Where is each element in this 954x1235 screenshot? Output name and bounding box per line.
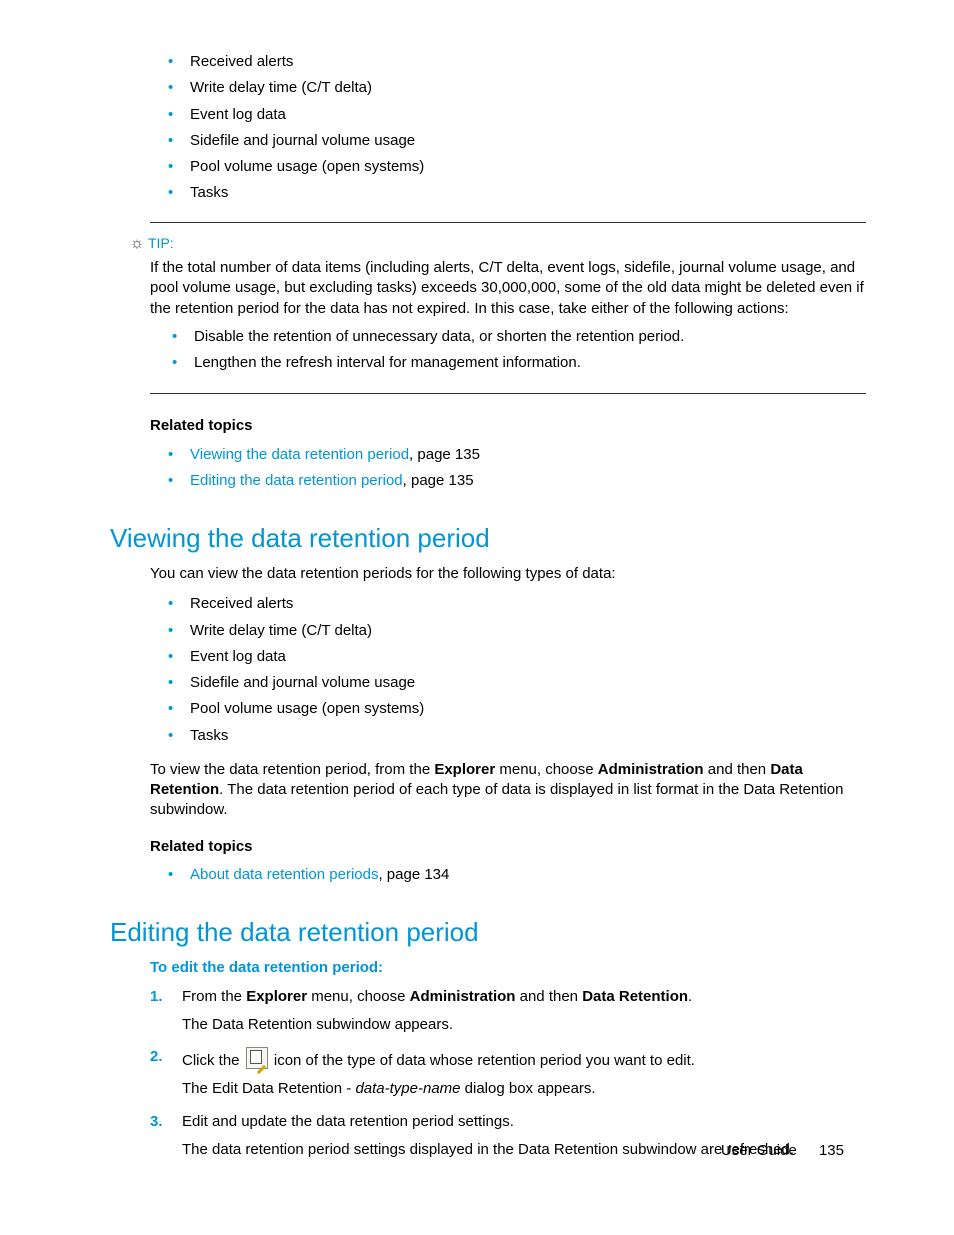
related-topics-list-2: About data retention periods, page 134: [110, 865, 866, 885]
list-item: Received alerts: [168, 52, 866, 72]
list-item: Tasks: [168, 726, 866, 746]
section-title-editing: Editing the data retention period: [110, 915, 866, 950]
list-item: Tasks: [168, 183, 866, 203]
list-item: Write delay time (C/T delta): [168, 621, 866, 641]
list-item: Viewing the data retention period, page …: [168, 445, 866, 465]
link-about-retention[interactable]: About data retention periods: [190, 866, 378, 883]
list-item: Disable the retention of unnecessary dat…: [172, 327, 866, 347]
edit-icon: [246, 1047, 268, 1069]
step-result: The Data Retention subwindow appears.: [182, 1015, 866, 1035]
list-item: About data retention periods, page 134: [168, 865, 866, 885]
view-instruction: To view the data retention period, from …: [150, 760, 866, 821]
list-item: Write delay time (C/T delta): [168, 78, 866, 98]
step-result: The Edit Data Retention - data-type-name…: [182, 1079, 866, 1099]
footer-label: User Guide: [721, 1142, 797, 1159]
tip-actions-list: Disable the retention of unnecessary dat…: [150, 327, 866, 374]
section-title-viewing: Viewing the data retention period: [110, 521, 866, 556]
page-ref: , page 135: [409, 446, 480, 463]
procedure-lead: To edit the data retention period:: [150, 958, 866, 978]
list-item: Pool volume usage (open systems): [168, 157, 866, 177]
page-footer: User Guide 135: [721, 1141, 844, 1161]
list-item: Event log data: [168, 105, 866, 125]
list-item: Pool volume usage (open systems): [168, 699, 866, 719]
tip-callout: ☼ TIP: If the total number of data items…: [150, 222, 866, 395]
list-item: Received alerts: [168, 594, 866, 614]
list-item: Event log data: [168, 647, 866, 667]
link-viewing-retention[interactable]: Viewing the data retention period: [190, 446, 409, 463]
list-item: Sidefile and journal volume usage: [168, 131, 866, 151]
lightbulb-icon: ☼: [128, 233, 146, 255]
related-topics-heading-2: Related topics: [150, 837, 866, 857]
related-topics-list-1: Viewing the data retention period, page …: [110, 445, 866, 492]
tip-label: TIP:: [148, 234, 174, 253]
tip-text: If the total number of data items (inclu…: [150, 258, 866, 319]
data-types-list-2: Received alerts Write delay time (C/T de…: [110, 594, 866, 746]
list-item: Lengthen the refresh interval for manage…: [172, 353, 866, 373]
related-topics-heading: Related topics: [150, 416, 866, 436]
procedure-steps: From the Explorer menu, choose Administr…: [110, 987, 866, 1161]
list-item: Editing the data retention period, page …: [168, 471, 866, 491]
step-1: From the Explorer menu, choose Administr…: [150, 987, 866, 1036]
page-number: 135: [819, 1142, 844, 1159]
page-ref: , page 134: [378, 866, 449, 883]
list-item: Sidefile and journal volume usage: [168, 673, 866, 693]
intro-paragraph: You can view the data retention periods …: [150, 564, 866, 584]
page-ref: , page 135: [403, 472, 474, 489]
data-types-list-1: Received alerts Write delay time (C/T de…: [110, 52, 866, 204]
step-2: Click the icon of the type of data whose…: [150, 1047, 866, 1100]
link-editing-retention[interactable]: Editing the data retention period: [190, 472, 403, 489]
